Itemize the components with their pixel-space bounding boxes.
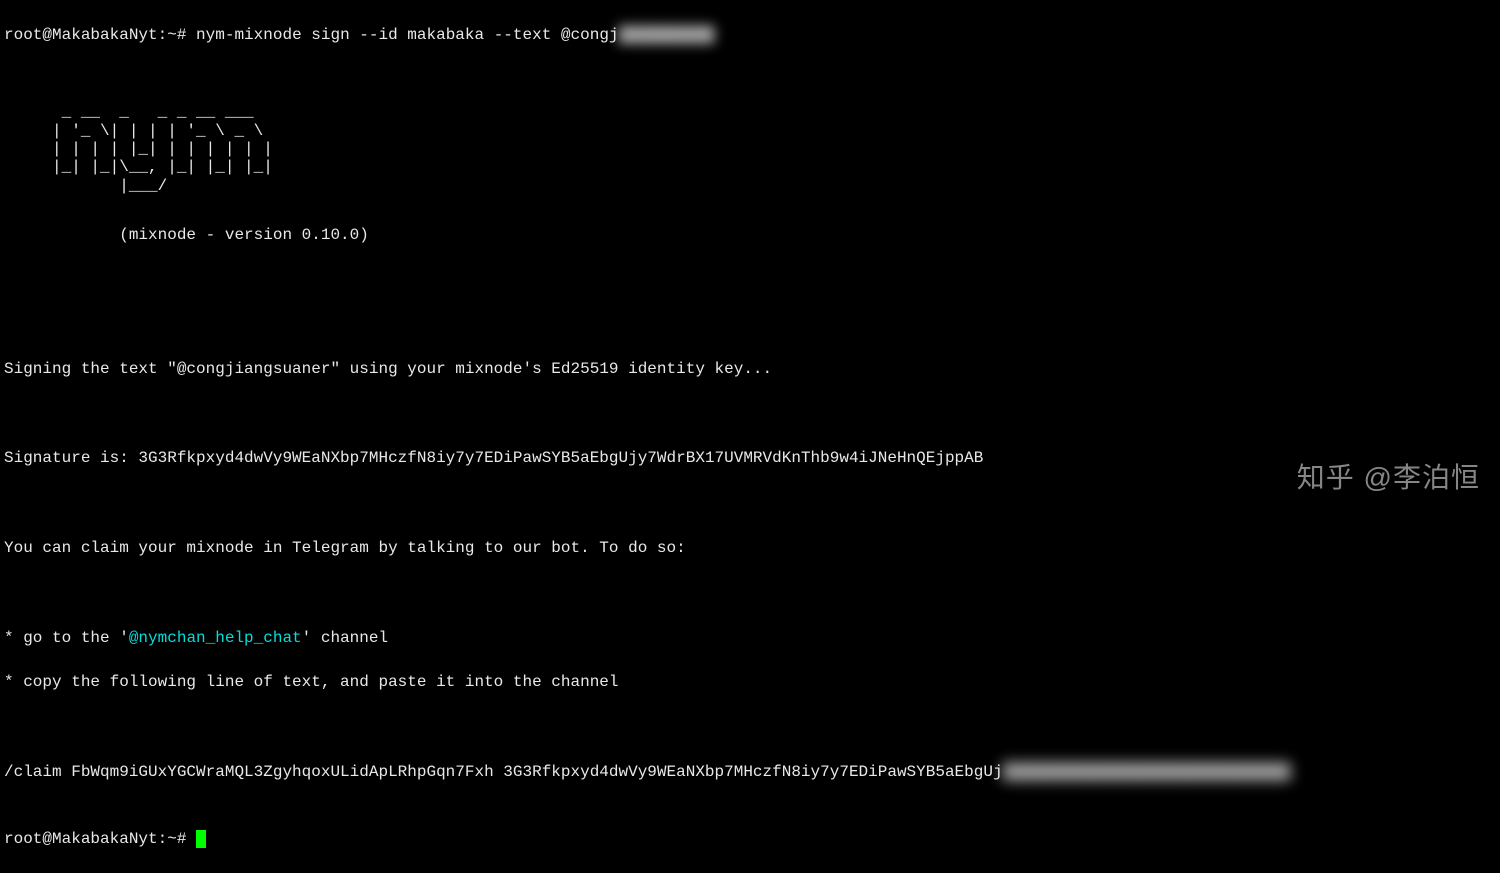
prompt-sep: : [158,24,168,46]
signing-line: Signing the text "@congjiangsuaner" usin… [4,358,1496,380]
prompt-sep-2: : [158,828,168,850]
signature-line: Signature is: 3G3Rfkpxyd4dwVy9WEaNXbp7MH… [4,447,1496,469]
prompt-path-2: ~ [167,828,177,850]
ascii-logo: _ __ _ _ _ __ ___ | '_ \| | | | '_ \ _ \… [4,103,1496,195]
claim-line: /claim FbWqm9iGUxYGCWraMQL3ZgyhqoxULidAp… [4,763,1291,781]
bullet-2: * copy the following line of text, and p… [4,671,1496,693]
prompt-path: ~ [167,24,177,46]
watermark: 知乎 @李泊恒 [1297,458,1480,497]
prompt-line-1: root@MakabakaNyt:~# nym-mixnode sign --i… [4,24,1496,46]
bullet1-suffix: ' channel [302,629,388,647]
prompt-line-2: root@MakabakaNyt:~# [4,828,1496,850]
command-text: nym-mixnode sign --id makabaka --text @c… [196,24,618,46]
prompt-user-host-2: root@MakabakaNyt [4,828,158,850]
claim-command: /claim FbWqm9iGUxYGCWraMQL3ZgyhqoxULidAp… [4,763,1003,781]
telegram-channel-link: @nymchan_help_chat [129,629,302,647]
claim-intro: You can claim your mixnode in Telegram b… [4,537,1496,559]
terminal-output[interactable]: root@MakabakaNyt:~# nym-mixnode sign --i… [4,2,1496,873]
obscured-argument: ██████████ [619,24,715,46]
bullet1-prefix: * go to the ' [4,629,129,647]
bullet-1: * go to the '@nymchan_help_chat' channel [4,627,1496,649]
prompt-user-host: root@MakabakaNyt [4,24,158,46]
cursor[interactable] [196,830,206,848]
obscured-signature-tail: ██████████████████████████████ [1003,763,1291,781]
prompt-hash-2: # [177,828,196,850]
version-line: (mixnode - version 0.10.0) [4,224,1496,246]
prompt-hash: # [177,24,196,46]
